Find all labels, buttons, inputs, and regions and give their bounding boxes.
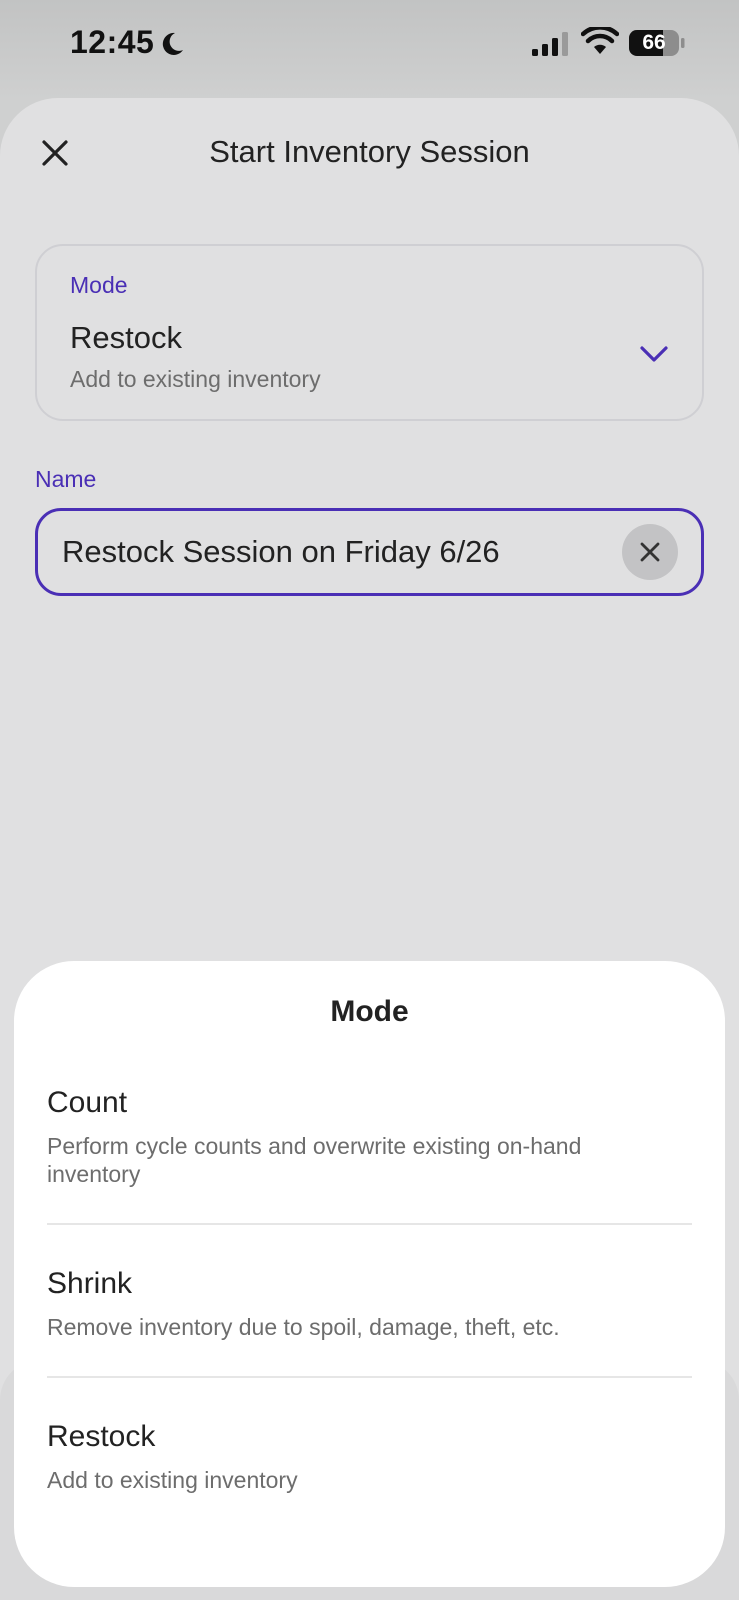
status-bar: 12:45 66 [0, 0, 739, 90]
mode-option-title: Restock [47, 1420, 156, 1453]
mode-option-title: Shrink [47, 1267, 133, 1300]
mode-option-restock[interactable]: Restock Add to existing inventory [47, 1420, 692, 1494]
mode-label: Mode [70, 272, 128, 298]
status-time: 12:45 [70, 24, 155, 60]
mode-sheet-title: Mode [330, 995, 409, 1028]
mode-option-description: Remove inventory due to spoil, damage, t… [47, 1314, 560, 1340]
clear-button[interactable] [622, 524, 678, 580]
battery-level: 66 [642, 31, 666, 54]
mode-value: Restock [70, 320, 182, 355]
mode-option-shrink[interactable]: Shrink Remove inventory due to spoil, da… [47, 1267, 692, 1341]
mode-option-count[interactable]: Count Perform cycle counts and overwrite… [47, 1086, 692, 1188]
mode-option-title: Count [47, 1086, 128, 1119]
mode-picker-sheet: Mode Count Perform cycle counts and over… [14, 961, 725, 1587]
page-title: Start Inventory Session [209, 134, 530, 169]
signal-icon [532, 32, 568, 56]
mode-option-description: Add to existing inventory [47, 1467, 298, 1493]
chevron-down-icon [640, 346, 668, 362]
name-input[interactable] [62, 511, 582, 593]
mode-dropdown[interactable]: Mode Restock Add to existing inventory [35, 244, 704, 421]
mode-description: Add to existing inventory [70, 366, 321, 392]
name-field [35, 508, 704, 596]
wifi-icon [581, 27, 619, 54]
clear-icon [640, 542, 660, 562]
name-label: Name [35, 466, 97, 492]
screen: 12:45 66 Start Inventory Session Mode Re… [0, 0, 739, 1600]
mode-option-description: Perform cycle counts and overwrite exist… [47, 1133, 582, 1187]
divider [47, 1223, 692, 1225]
moon-icon [162, 32, 183, 55]
divider [47, 1376, 692, 1378]
